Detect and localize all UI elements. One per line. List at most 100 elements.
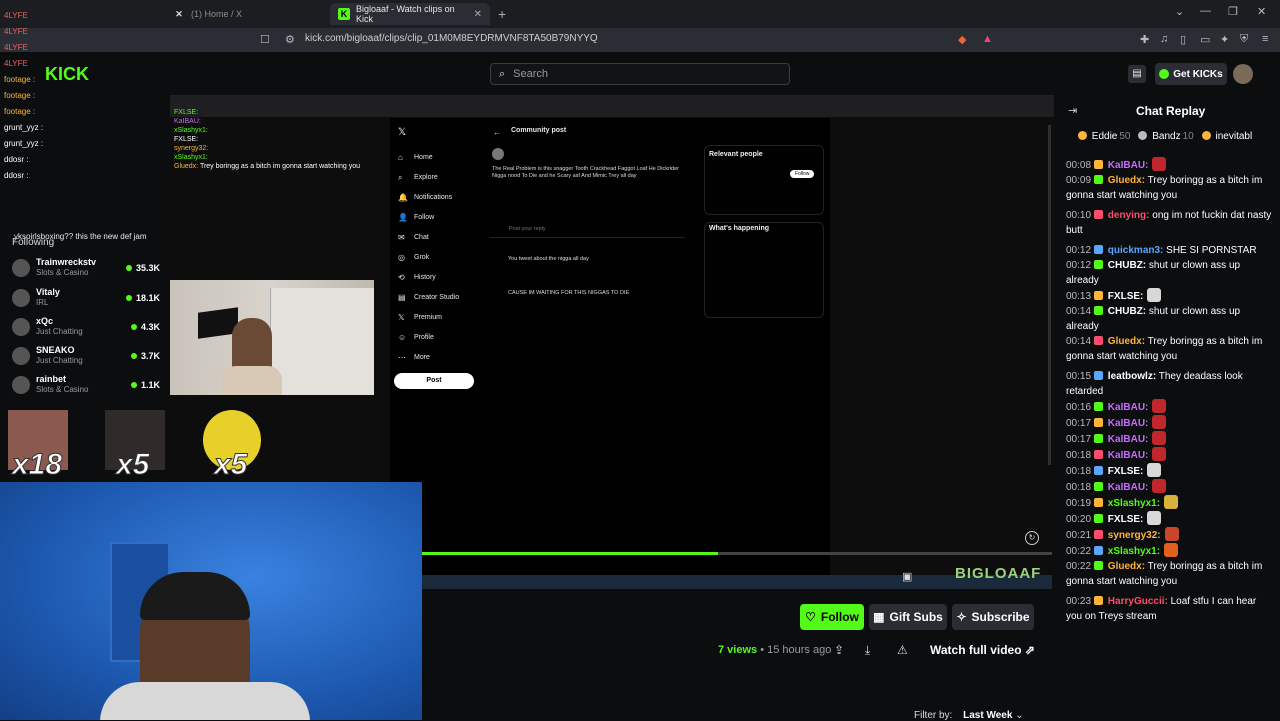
chat-username[interactable]: KaIBAU: — [1105, 160, 1149, 171]
chat-username[interactable]: FXLSE: — [1105, 514, 1144, 525]
tab-list-chevron-icon[interactable]: ⌄ — [1175, 5, 1184, 18]
report-icon[interactable]: ⚠ — [897, 643, 908, 657]
heart-icon: ♡ — [805, 610, 816, 624]
maximize-icon[interactable]: ❐ — [1228, 5, 1238, 18]
chat-message: 00:09 Gluedx: Trey boringg as a bitch im… — [1066, 173, 1272, 203]
relevant-people-title: Relevant people — [709, 151, 763, 158]
chat-username[interactable]: synergy32: — [1105, 530, 1161, 541]
watch-full-video-link[interactable]: Watch full video ⇗ — [930, 643, 1035, 657]
stream-chat-line: synergy32: — [174, 144, 374, 153]
chat-time: 00:23 — [1066, 596, 1092, 607]
streamer-name: xQc — [36, 316, 54, 326]
follow-button[interactable]: ♡ Follow — [800, 604, 864, 630]
chat-message: 00:10 denying: ong im not fuckin dat nas… — [1066, 208, 1272, 238]
chat-message: 00:23 HarryGuccii: Loaf stfu I can hear … — [1066, 594, 1272, 624]
close-window-icon[interactable]: ✕ — [1257, 5, 1266, 18]
chat-username[interactable]: Gluedx: — [1105, 336, 1145, 347]
close-tab-icon[interactable]: ✕ — [474, 9, 482, 20]
minimize-icon[interactable]: — — [1200, 5, 1211, 17]
filter-by[interactable]: Filter by: Last Week ⌄ — [914, 710, 1024, 721]
chat-username[interactable]: xSlashyx1: — [1105, 498, 1160, 509]
subscribe-button[interactable]: ✧ Subscribe — [952, 604, 1034, 630]
viewer-count: 18.1K — [125, 293, 160, 303]
x-post-button: Post — [394, 373, 474, 389]
chat-username[interactable]: CHUBZ: — [1105, 260, 1146, 271]
reply-text: CAUSE IM WAITING FOR THIS NIGGAS TO DIE — [508, 290, 630, 296]
following-item[interactable]: rainbet Slots & Casino 1.1K — [12, 374, 160, 395]
rewards-icon[interactable]: ▲ — [982, 33, 993, 45]
chat-username[interactable]: KaIBAU: — [1105, 434, 1149, 445]
ai-icon[interactable]: ✦ — [1220, 33, 1229, 46]
streamer-webcam — [0, 482, 422, 720]
chat-username[interactable]: KaIBAU: — [1105, 402, 1149, 413]
bookmark-icon[interactable]: ☐ — [260, 33, 270, 46]
chat-message: 00:08 KaIBAU: — [1066, 157, 1272, 173]
library-button[interactable]: ▤ — [1128, 65, 1146, 83]
tab-kick-clip[interactable]: K Bigloaaf - Watch clips on Kick ✕ — [330, 3, 490, 25]
get-kicks-button[interactable]: Get KICKs — [1155, 63, 1227, 85]
share-icon[interactable]: ⇪ — [834, 643, 844, 657]
sidebar-icon[interactable]: ▯ — [1180, 33, 1186, 46]
chat-username[interactable]: HarryGuccii: — [1105, 596, 1168, 607]
following-item[interactable]: SNEAKO Just Chatting 3.7K — [12, 345, 160, 366]
following-item[interactable]: xQc Just Chatting 4.3K — [12, 316, 160, 337]
chat-username[interactable]: KaIBAU: — [1105, 482, 1149, 493]
menu-icon[interactable]: ≡ — [1262, 33, 1268, 45]
whats-happening-title: What's happening — [709, 225, 769, 232]
chat-username[interactable]: Gluedx: — [1105, 561, 1145, 572]
theater-mode-icon[interactable]: ▣ — [902, 570, 912, 583]
search-input[interactable]: ⌕ Search — [490, 63, 790, 85]
chat-username[interactable]: denying: — [1105, 210, 1150, 221]
tab-title: (1) Home / X — [191, 9, 243, 19]
viewer-count-text: 35.3K — [135, 262, 160, 273]
chat-message: 00:21 synergy32: — [1066, 527, 1272, 543]
kicks-coin-icon — [1159, 69, 1170, 79]
chat-username[interactable]: FXLSE: — [1105, 466, 1144, 477]
chat-badge-icon — [1094, 336, 1104, 345]
gifter-badge-icon — [1138, 131, 1148, 140]
following-item[interactable]: Vitaly IRL 18.1K — [12, 287, 160, 308]
x-logo-icon: ✕ — [175, 8, 183, 19]
brave-shield-icon[interactable]: ◆ — [958, 33, 966, 46]
chat-username[interactable]: Gluedx: — [1105, 175, 1145, 186]
filter-label: Filter by: — [914, 710, 953, 721]
extensions-icon[interactable]: ✚ — [1140, 33, 1149, 46]
user-avatar[interactable] — [1233, 64, 1253, 84]
chat-username[interactable]: quickman3: — [1105, 245, 1164, 256]
rewind-icon[interactable]: ↻ — [1025, 531, 1039, 545]
following-item[interactable]: Trainwreckstv Slots & Casino 35.3K — [12, 257, 160, 278]
chat-time: 00:22 — [1066, 561, 1092, 572]
chat-time: 00:08 — [1066, 160, 1092, 171]
left-chat-line: ddosr : — [4, 155, 29, 164]
new-tab-icon[interactable]: + — [498, 6, 506, 22]
video-progress-bar[interactable] — [422, 552, 1052, 555]
gift-subs-button[interactable]: ▦ Gift Subs — [869, 604, 947, 630]
wallet-icon[interactable]: ▭ — [1200, 33, 1210, 46]
streamer-category: Just Chatting — [36, 356, 83, 365]
left-chat-line: grunt_yyz : — [4, 123, 44, 132]
chat-username[interactable]: CHUBZ: — [1105, 306, 1146, 317]
viewer-count-text: 4.3K — [140, 321, 160, 332]
chat-username[interactable]: xSlashyx1: — [1105, 546, 1160, 557]
download-icon[interactable]: ⤓ — [865, 643, 870, 658]
stream-chat-user: Gluedx: — [174, 163, 199, 170]
chat-username[interactable]: leatbowlz: — [1105, 371, 1156, 382]
reply-placeholder: Post your reply — [509, 226, 546, 232]
view-count: 7 views — [718, 644, 758, 656]
site-settings-icon[interactable]: ⚙ — [285, 33, 295, 46]
chat-username[interactable]: FXLSE: — [1105, 291, 1144, 302]
chat-username[interactable]: KaIBAU: — [1105, 418, 1149, 429]
chat-badge-icon — [1094, 561, 1104, 570]
url-field[interactable]: kick.com/bigloaaf/clips/clip_01M0M8EYDRM… — [305, 33, 598, 44]
chat-badge-icon — [1094, 434, 1104, 443]
live-dot-icon — [125, 264, 132, 271]
gifter: Eddie 50 — [1078, 131, 1130, 142]
vpn-icon[interactable]: ⛨ — [1240, 33, 1248, 46]
chat-badge-icon — [1094, 466, 1104, 475]
chat-username[interactable]: KaIBAU: — [1105, 450, 1149, 461]
stream-chat-line: xSlashyx1: — [174, 126, 374, 135]
collapse-chat-icon[interactable]: ⇥ — [1068, 104, 1077, 117]
streamer-avatar — [12, 288, 30, 307]
music-icon[interactable]: ♫ — [1160, 33, 1168, 45]
tab-x-home[interactable]: ✕ (1) Home / X — [165, 3, 325, 25]
